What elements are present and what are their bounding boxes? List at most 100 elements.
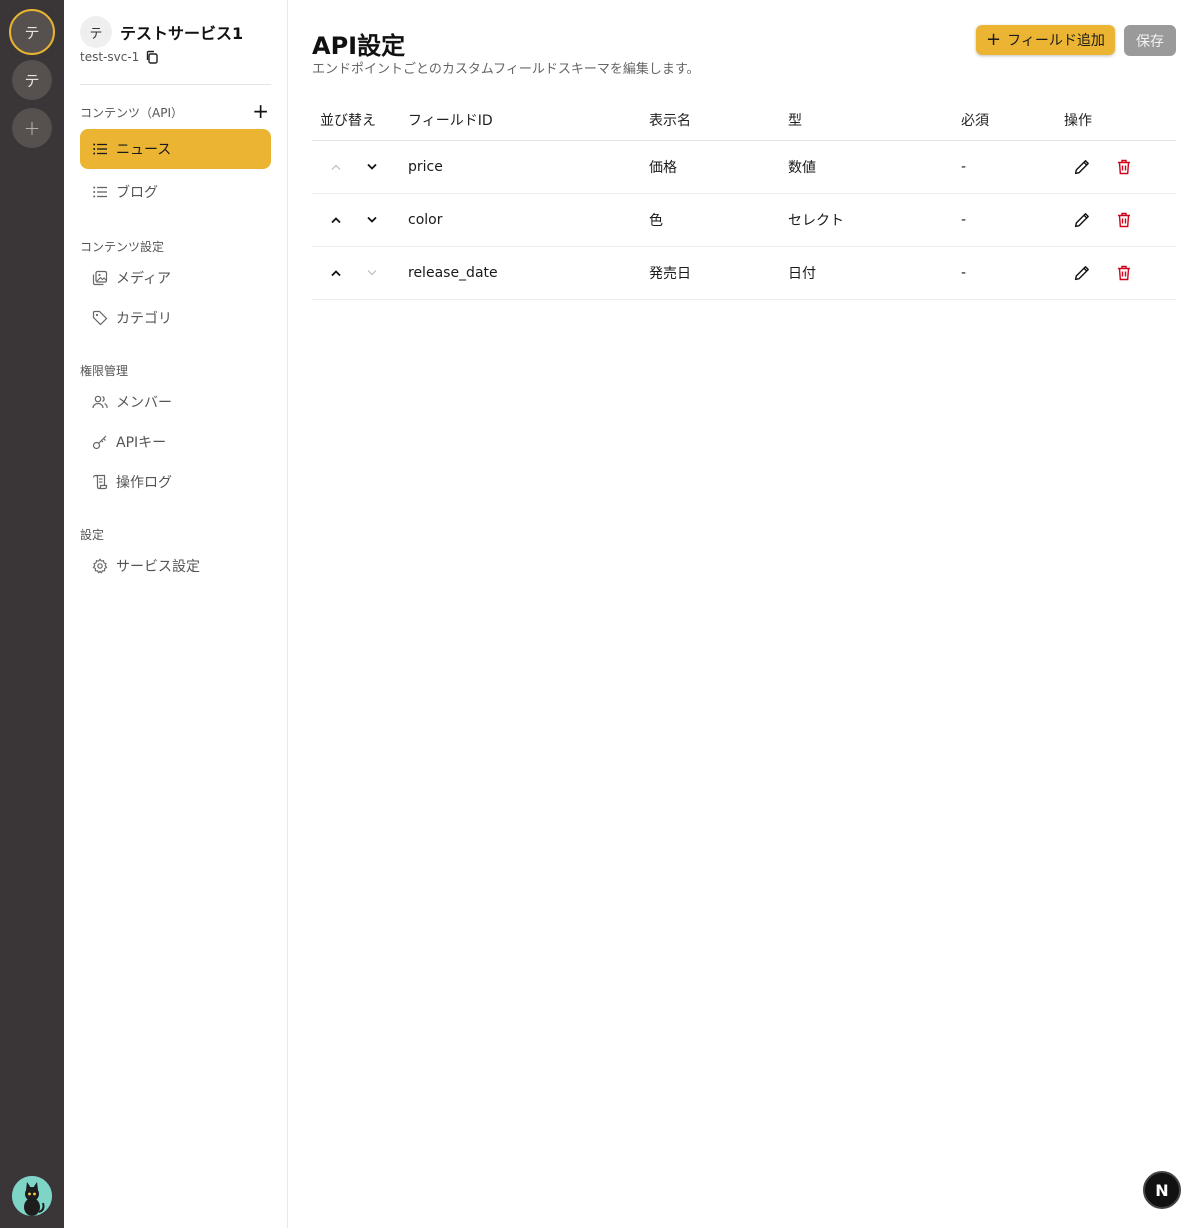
field-type: 数値: [788, 140, 961, 194]
move-down-button[interactable]: [362, 210, 382, 230]
sort-cell: [312, 246, 408, 300]
sidebar-item-blog[interactable]: ブログ: [80, 172, 271, 212]
sidebar-item-audit-log[interactable]: 操作ログ: [80, 462, 271, 502]
column-header-required: 必須: [961, 100, 1064, 141]
list-icon: [92, 141, 108, 157]
service-avatar: テ: [80, 16, 112, 48]
actions-cell: [1064, 193, 1176, 247]
sidebar-item-members[interactable]: メンバー: [80, 382, 271, 422]
required-flag: -: [961, 193, 1064, 247]
column-header-actions: 操作: [1064, 100, 1176, 141]
chevron-up-icon: [331, 269, 341, 276]
service-switch-1[interactable]: テ: [9, 9, 55, 55]
column-header-type: 型: [788, 100, 961, 141]
service-switch-2[interactable]: テ: [12, 60, 52, 100]
service-name: テストサービス1: [120, 24, 244, 43]
media-icon: [92, 270, 108, 286]
pencil-icon: [1074, 265, 1089, 280]
key-icon: [92, 434, 108, 450]
field-id: color: [408, 193, 649, 247]
add-field-button[interactable]: + フィールド追加: [976, 25, 1115, 55]
sidebar-item-media[interactable]: メディア: [80, 258, 271, 298]
display-name: 価格: [649, 140, 788, 194]
service-header: テ テストサービス1: [80, 16, 243, 48]
sidebar-item-category[interactable]: カテゴリ: [80, 298, 271, 338]
table-row: price 価格 数値 -: [312, 140, 1176, 194]
move-down-button[interactable]: [362, 263, 382, 283]
users-icon: [92, 394, 108, 410]
page-title: API設定: [312, 32, 406, 60]
field-id: release_date: [408, 246, 649, 300]
sidebar-item-service-settings[interactable]: サービス設定: [80, 546, 271, 586]
field-id: price: [408, 140, 649, 194]
list-icon: [92, 184, 108, 200]
cat-icon: [12, 1176, 52, 1216]
delete-button[interactable]: [1112, 155, 1136, 179]
actions-cell: [1064, 140, 1176, 194]
chevron-up-icon: [331, 216, 341, 223]
sidebar-item-news[interactable]: ニュース: [80, 129, 271, 169]
plus-icon: +: [986, 29, 1002, 50]
trash-icon: [1118, 159, 1131, 174]
add-api-button[interactable]: +: [252, 101, 269, 121]
sidebar: テ テストサービス1 test-svc-1 コンテンツ（API） + ニュース …: [64, 0, 288, 1228]
section-label-settings: 設定: [80, 528, 105, 542]
chevron-down-icon: [367, 216, 378, 223]
user-avatar[interactable]: [12, 1176, 52, 1216]
edit-button[interactable]: [1070, 208, 1094, 232]
display-name: 色: [649, 193, 788, 247]
sidebar-item-label: メンバー: [116, 395, 172, 411]
move-up-button[interactable]: [326, 210, 346, 230]
sidebar-item-label: ニュース: [116, 142, 172, 158]
service-initial: テ: [24, 23, 40, 42]
move-up-button[interactable]: [326, 263, 346, 283]
delete-button[interactable]: [1112, 208, 1136, 232]
column-header-display-name: 表示名: [649, 100, 788, 141]
field-table: 並び替え フィールドID 表示名 型 必須 操作 price 価格 数値 - c…: [312, 100, 1176, 300]
sort-cell: [312, 193, 408, 247]
column-header-field-id: フィールドID: [408, 100, 649, 141]
sidebar-item-label: ブログ: [116, 185, 158, 201]
actions-cell: [1064, 246, 1176, 300]
page-subtitle: エンドポイントごとのカスタムフィールドスキーマを編集します。: [312, 62, 700, 77]
chevron-up-icon: [331, 164, 341, 170]
trash-icon: [1118, 212, 1131, 227]
trash-icon: [1118, 265, 1131, 280]
sort-cell: [312, 140, 408, 194]
main-content: API設定 エンドポイントごとのカスタムフィールドスキーマを編集します。 + フ…: [288, 0, 1200, 1228]
service-initial: テ: [24, 71, 40, 90]
copy-icon[interactable]: [145, 50, 159, 64]
sidebar-item-label: サービス設定: [116, 559, 200, 575]
log-icon: [92, 474, 108, 490]
delete-button[interactable]: [1112, 261, 1136, 285]
chevron-down-icon: [367, 163, 378, 170]
add-service-button[interactable]: +: [12, 108, 52, 148]
pencil-icon: [1074, 159, 1089, 174]
add-field-label: フィールド追加: [1007, 33, 1105, 49]
plus-icon: +: [23, 116, 41, 140]
move-down-button[interactable]: [362, 157, 382, 177]
section-label-content-api: コンテンツ（API）: [80, 106, 183, 120]
column-header-sort: 並び替え: [312, 100, 408, 141]
sidebar-item-label: カテゴリ: [116, 311, 172, 327]
edit-button[interactable]: [1070, 155, 1094, 179]
table-header-row: 並び替え フィールドID 表示名 型 必須 操作: [312, 100, 1176, 141]
edit-button[interactable]: [1070, 261, 1094, 285]
dev-tools-badge[interactable]: N: [1143, 1171, 1181, 1209]
pencil-icon: [1074, 212, 1089, 227]
move-up-button[interactable]: [326, 157, 346, 177]
sidebar-item-label: 操作ログ: [116, 475, 172, 491]
tag-icon: [92, 310, 108, 326]
service-id: test-svc-1: [80, 50, 140, 64]
section-label-permissions: 権限管理: [80, 364, 129, 378]
sidebar-item-api-keys[interactable]: APIキー: [80, 422, 271, 462]
save-button[interactable]: 保存: [1124, 25, 1176, 56]
display-name: 発売日: [649, 246, 788, 300]
section-label-content-settings: コンテンツ設定: [80, 240, 165, 254]
required-flag: -: [961, 246, 1064, 300]
gear-icon: [92, 558, 108, 574]
divider: [80, 84, 271, 85]
table-row: color 色 セレクト -: [312, 193, 1176, 247]
field-type: 日付: [788, 246, 961, 300]
required-flag: -: [961, 140, 1064, 194]
